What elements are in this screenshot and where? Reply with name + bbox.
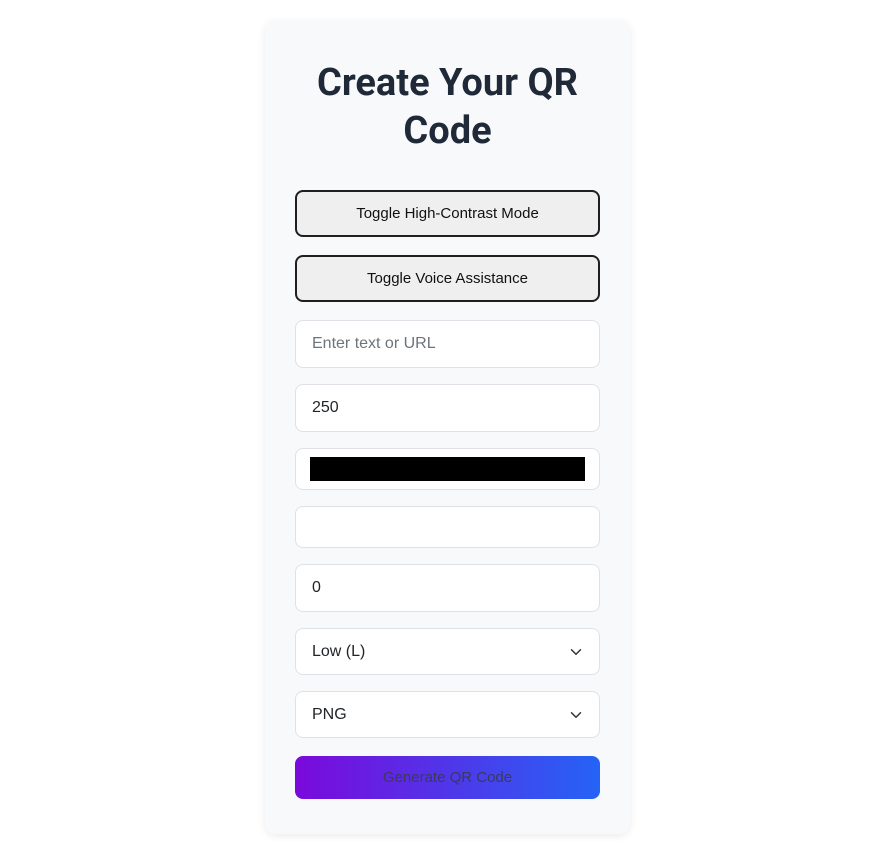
qr-size-input[interactable]	[295, 384, 600, 432]
fg-color-input[interactable]	[310, 457, 585, 481]
format-select[interactable]: PNGSVGJPG	[295, 691, 600, 738]
page-title: Create Your QR Code	[295, 60, 600, 155]
error-correction-select[interactable]: Low (L)Medium (M)Quartile (Q)High (H)	[295, 628, 600, 675]
bg-color-input[interactable]	[310, 515, 585, 539]
bg-color-wrapper	[295, 506, 600, 548]
toggle-contrast-button[interactable]: Toggle High-Contrast Mode	[295, 190, 600, 237]
qr-text-input[interactable]	[295, 320, 600, 368]
qr-margin-input[interactable]	[295, 564, 600, 612]
fg-color-wrapper	[295, 448, 600, 490]
qr-form-card: Create Your QR Code Toggle High-Contrast…	[265, 20, 630, 834]
generate-button[interactable]: Generate QR Code	[295, 756, 600, 799]
toggle-voice-button[interactable]: Toggle Voice Assistance	[295, 255, 600, 302]
